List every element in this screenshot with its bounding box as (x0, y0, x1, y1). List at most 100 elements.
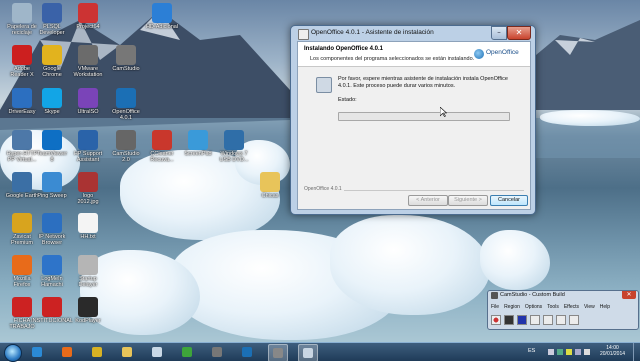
desktop-icon[interactable]: Startup Delayer (66, 255, 110, 288)
ie-icon (32, 347, 42, 357)
google-earth-icon (12, 172, 32, 192)
stop-button-icon[interactable] (517, 315, 527, 325)
installer-body: Por favor, espere mientras asistente de … (298, 67, 530, 187)
minimize-button[interactable]: – (491, 26, 507, 40)
camstudio-menu-tools[interactable]: Tools (547, 304, 559, 310)
install-message: Por favor, espere mientras asistente de … (338, 76, 508, 89)
installer-header: Instalando OpenOffice 4.0.1 Los componen… (298, 42, 530, 67)
hp-icon (78, 130, 98, 150)
desktop-icon[interactable]: OpenOffice 4.0.1 (104, 88, 148, 121)
record-button-icon[interactable] (491, 315, 501, 325)
camstudio-close-button[interactable]: ✕ (622, 291, 636, 299)
camstudio-app-icon (491, 292, 498, 299)
installer-titlebar[interactable]: OpenOffice 4.0.1 - Asistente de instalac… (291, 26, 535, 40)
desktop-icon[interactable]: KodPlayer (66, 297, 110, 324)
plsql-icon (42, 3, 62, 23)
system-tray (548, 349, 590, 355)
region-icon[interactable] (530, 315, 540, 325)
tray-flag-icon (566, 349, 572, 355)
desktop-icon-label: Project64 (76, 24, 100, 30)
desktop-icon-label: CamStudio (112, 66, 140, 72)
desktop-icon-label: Startup Delayer (78, 276, 98, 288)
taskbar-button[interactable] (88, 344, 106, 360)
taskbar-clock[interactable]: 14:00 20/01/2014 (600, 345, 625, 357)
document-icon (12, 297, 32, 317)
cursor-settings-icon[interactable] (569, 315, 579, 325)
firefox-icon (12, 255, 32, 275)
tray-battery-icon (575, 349, 581, 355)
skype-icon (42, 88, 62, 108)
camstudio-menu-view[interactable]: View (584, 304, 595, 310)
explorer-icon (122, 347, 132, 357)
desktop-icon[interactable]: Windows 7 USB DVD... (212, 130, 256, 163)
taskbar-button[interactable] (238, 344, 256, 360)
cancel-button[interactable]: Cancelar (490, 195, 528, 206)
desktop-icon-label: Windows 7 USB DVD... (219, 151, 249, 163)
next-button[interactable]: Siguiente > (448, 195, 488, 206)
taskbar-button[interactable] (118, 344, 136, 360)
start-button-icon[interactable] (4, 344, 22, 362)
camstudio-menu-effects[interactable]: Effects (564, 304, 579, 310)
installer-window[interactable]: OpenOffice 4.0.1 - Asistente de instalac… (290, 25, 536, 215)
hd-icon (152, 3, 172, 23)
installer-icon (303, 348, 313, 358)
camstudio-menu-options[interactable]: Options (525, 304, 542, 310)
app-icon (12, 130, 32, 150)
camstudio-icon (116, 45, 136, 65)
show-desktop-button[interactable] (633, 343, 640, 361)
startup-icon (78, 255, 98, 275)
openoffice-logo: OpenOffice (474, 48, 526, 60)
footer-product-label: OpenOffice 4.0.1 (304, 186, 344, 192)
hamachi-icon (42, 255, 62, 275)
install-progress-bar (338, 112, 510, 121)
recycle-bin-icon (12, 3, 32, 23)
zavicat-icon (12, 213, 32, 233)
clock-date: 20/01/2014 (600, 351, 626, 357)
teamviewer-icon (42, 130, 62, 150)
taskbar-button[interactable] (208, 344, 226, 360)
desktop-icon[interactable]: HD-Adicional (140, 3, 184, 30)
camstudio-menu-help[interactable]: Help (600, 304, 610, 310)
desktop-icon[interactable]: logo 2012.jpg (66, 172, 110, 205)
ping-icon (42, 172, 62, 192)
camstudio-menu-file[interactable]: File (491, 304, 499, 310)
folder-icon (260, 172, 280, 192)
camstudio-title: CamStudio - Custom Build (500, 292, 565, 298)
ip-browser-icon (42, 213, 62, 233)
close-button[interactable]: ✕ (507, 26, 531, 40)
wifi-icon (152, 347, 162, 357)
back-button[interactable]: < Anterior (408, 195, 448, 206)
taskbar-button[interactable] (178, 344, 196, 360)
text-file-icon (78, 213, 98, 233)
annotation-icon[interactable] (543, 315, 553, 325)
ccleaner-icon (152, 130, 172, 150)
camstudio-icon (273, 348, 283, 358)
pause-button-icon[interactable] (504, 315, 514, 325)
desktop-icon[interactable]: CamStudio (104, 45, 148, 72)
install-computer-icon (316, 77, 332, 93)
taskbar-button[interactable] (298, 344, 318, 362)
language-indicator[interactable]: ES (528, 348, 535, 354)
chrome-icon (42, 45, 62, 65)
camstudio-menu-region[interactable]: Region (504, 304, 520, 310)
ultraiso-icon (78, 88, 98, 108)
taskbar-button[interactable] (268, 344, 288, 362)
installer-client-area: Instalando OpenOffice 4.0.1 Los componen… (297, 41, 531, 210)
vmware-icon (212, 347, 222, 357)
taskbar-button[interactable] (148, 344, 166, 360)
desktop-icon-label: KodPlayer (75, 318, 101, 324)
desktop-icon[interactable]: HH.txt (66, 213, 110, 240)
desktop-icon[interactable]: Project64 (66, 3, 110, 30)
taskbar-button[interactable] (28, 344, 46, 360)
tray-arrow-icon (548, 349, 554, 355)
taskbar-button[interactable] (58, 344, 76, 360)
status-label: Estado: (338, 97, 357, 103)
camstudio-window[interactable]: CamStudio - Custom Build ✕ File Region Opt… (487, 290, 639, 330)
player-icon (78, 297, 98, 317)
openoffice-logo-text: OpenOffice (486, 49, 519, 56)
screenpad-icon (188, 130, 208, 150)
desktop-icon[interactable]: Chicas (248, 172, 292, 199)
mouse-cursor-icon (440, 107, 447, 117)
camera-icon[interactable] (556, 315, 566, 325)
openoffice-icon (116, 88, 136, 108)
